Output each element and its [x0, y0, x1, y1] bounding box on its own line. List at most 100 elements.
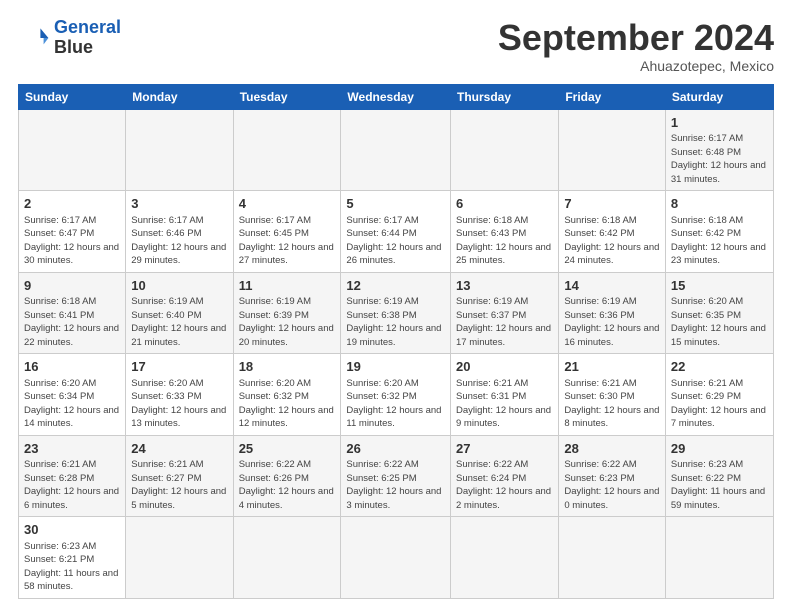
day-info: Sunrise: 6:18 AMSunset: 6:42 PMDaylight:…	[564, 215, 659, 267]
table-cell	[341, 109, 451, 191]
col-wednesday: Wednesday	[341, 84, 451, 109]
table-cell: 9Sunrise: 6:18 AMSunset: 6:41 PMDaylight…	[19, 272, 126, 354]
table-cell	[665, 517, 773, 599]
table-cell: 23Sunrise: 6:21 AMSunset: 6:28 PMDayligh…	[19, 435, 126, 517]
table-row: 2Sunrise: 6:17 AMSunset: 6:47 PMDaylight…	[19, 191, 774, 273]
table-cell: 11Sunrise: 6:19 AMSunset: 6:39 PMDayligh…	[233, 272, 341, 354]
day-info: Sunrise: 6:19 AMSunset: 6:39 PMDaylight:…	[239, 296, 334, 348]
title-block: September 2024 Ahuazotepec, Mexico	[498, 18, 774, 74]
day-info: Sunrise: 6:18 AMSunset: 6:42 PMDaylight:…	[671, 215, 766, 267]
logo-icon	[18, 22, 50, 54]
table-cell: 30Sunrise: 6:23 AMSunset: 6:21 PMDayligh…	[19, 517, 126, 599]
day-number: 6	[456, 195, 553, 213]
table-cell: 5Sunrise: 6:17 AMSunset: 6:44 PMDaylight…	[341, 191, 451, 273]
day-number: 11	[239, 277, 336, 295]
table-cell: 22Sunrise: 6:21 AMSunset: 6:29 PMDayligh…	[665, 354, 773, 436]
day-info: Sunrise: 6:19 AMSunset: 6:38 PMDaylight:…	[346, 296, 441, 348]
day-number: 17	[131, 358, 227, 376]
table-cell	[559, 109, 666, 191]
day-info: Sunrise: 6:19 AMSunset: 6:37 PMDaylight:…	[456, 296, 551, 348]
table-cell: 16 Sunrise: 6:20 AMSunset: 6:34 PMDayligh…	[19, 354, 126, 436]
day-number: 12	[346, 277, 445, 295]
table-cell: 3 Sunrise: 6:17 AMSunset: 6:46 PMDaylight…	[126, 191, 233, 273]
col-tuesday: Tuesday	[233, 84, 341, 109]
table-cell	[19, 109, 126, 191]
day-info: Sunrise: 6:22 AMSunset: 6:23 PMDaylight:…	[564, 459, 659, 511]
table-row: 9Sunrise: 6:18 AMSunset: 6:41 PMDaylight…	[19, 272, 774, 354]
day-number: 2	[24, 195, 120, 213]
table-cell	[341, 517, 451, 599]
day-info: Sunrise: 6:21 AMSunset: 6:27 PMDaylight:…	[131, 459, 226, 511]
day-number: 24	[131, 440, 227, 458]
table-cell: 26Sunrise: 6:22 AMSunset: 6:25 PMDayligh…	[341, 435, 451, 517]
table-cell: 6 Sunrise: 6:18 AMSunset: 6:43 PMDaylight…	[451, 191, 559, 273]
month-title: September 2024	[498, 18, 774, 58]
table-cell	[126, 109, 233, 191]
day-number: 13	[456, 277, 553, 295]
day-number: 21	[564, 358, 660, 376]
day-number: 4	[239, 195, 336, 213]
table-row: 16 Sunrise: 6:20 AMSunset: 6:34 PMDayligh…	[19, 354, 774, 436]
day-number: 16	[24, 358, 120, 376]
day-number: 29	[671, 440, 768, 458]
day-number: 14	[564, 277, 660, 295]
table-cell: 15Sunrise: 6:20 AMSunset: 6:35 PMDayligh…	[665, 272, 773, 354]
day-info: Sunrise: 6:17 AMSunset: 6:46 PMDaylight:…	[131, 215, 226, 267]
table-cell	[451, 517, 559, 599]
day-number: 9	[24, 277, 120, 295]
day-number: 19	[346, 358, 445, 376]
col-sunday: Sunday	[19, 84, 126, 109]
col-friday: Friday	[559, 84, 666, 109]
header: General Blue September 2024 Ahuazotepec,…	[18, 18, 774, 74]
table-cell	[126, 517, 233, 599]
table-cell	[233, 109, 341, 191]
table-cell: 19 Sunrise: 6:20 AMSunset: 6:32 PMDayligh…	[341, 354, 451, 436]
day-info: Sunrise: 6:20 AMSunset: 6:34 PMDaylight:…	[24, 378, 119, 430]
table-row: 30Sunrise: 6:23 AMSunset: 6:21 PMDayligh…	[19, 517, 774, 599]
location-subtitle: Ahuazotepec, Mexico	[498, 58, 774, 74]
day-number: 25	[239, 440, 336, 458]
day-info: Sunrise: 6:19 AMSunset: 6:36 PMDaylight:…	[564, 296, 659, 348]
col-thursday: Thursday	[451, 84, 559, 109]
day-number: 3	[131, 195, 227, 213]
day-number: 10	[131, 277, 227, 295]
col-monday: Monday	[126, 84, 233, 109]
day-number: 20	[456, 358, 553, 376]
page: General Blue September 2024 Ahuazotepec,…	[0, 0, 792, 609]
day-number: 26	[346, 440, 445, 458]
table-cell	[233, 517, 341, 599]
table-cell: 20 Sunrise: 6:21 AMSunset: 6:31 PMDayligh…	[451, 354, 559, 436]
table-cell: 25Sunrise: 6:22 AMSunset: 6:26 PMDayligh…	[233, 435, 341, 517]
table-cell: 7 Sunrise: 6:18 AMSunset: 6:42 PMDaylight…	[559, 191, 666, 273]
day-info: Sunrise: 6:22 AMSunset: 6:24 PMDaylight:…	[456, 459, 551, 511]
header-row: Sunday Monday Tuesday Wednesday Thursday…	[19, 84, 774, 109]
table-cell: 24Sunrise: 6:21 AMSunset: 6:27 PMDayligh…	[126, 435, 233, 517]
table-row: 1Sunrise: 6:17 AMSunset: 6:48 PMDaylight…	[19, 109, 774, 191]
day-info: Sunrise: 6:21 AMSunset: 6:30 PMDaylight:…	[564, 378, 659, 430]
table-cell: 14Sunrise: 6:19 AMSunset: 6:36 PMDayligh…	[559, 272, 666, 354]
table-cell: 27Sunrise: 6:22 AMSunset: 6:24 PMDayligh…	[451, 435, 559, 517]
table-cell: 12Sunrise: 6:19 AMSunset: 6:38 PMDayligh…	[341, 272, 451, 354]
table-cell: 2Sunrise: 6:17 AMSunset: 6:47 PMDaylight…	[19, 191, 126, 273]
day-info: Sunrise: 6:23 AMSunset: 6:21 PMDaylight:…	[24, 541, 118, 593]
table-cell: 10Sunrise: 6:19 AMSunset: 6:40 PMDayligh…	[126, 272, 233, 354]
day-info: Sunrise: 6:18 AMSunset: 6:43 PMDaylight:…	[456, 215, 551, 267]
day-number: 27	[456, 440, 553, 458]
table-row: 23Sunrise: 6:21 AMSunset: 6:28 PMDayligh…	[19, 435, 774, 517]
table-cell: 18Sunrise: 6:20 AMSunset: 6:32 PMDayligh…	[233, 354, 341, 436]
table-cell	[559, 517, 666, 599]
table-cell: 28Sunrise: 6:22 AMSunset: 6:23 PMDayligh…	[559, 435, 666, 517]
day-info: Sunrise: 6:21 AMSunset: 6:31 PMDaylight:…	[456, 378, 551, 430]
day-number: 1	[671, 114, 768, 132]
day-info: Sunrise: 6:20 AMSunset: 6:32 PMDaylight:…	[346, 378, 441, 430]
day-info: Sunrise: 6:17 AMSunset: 6:45 PMDaylight:…	[239, 215, 334, 267]
table-cell: 21 Sunrise: 6:21 AMSunset: 6:30 PMDayligh…	[559, 354, 666, 436]
day-info: Sunrise: 6:20 AMSunset: 6:35 PMDaylight:…	[671, 296, 766, 348]
table-cell: 13Sunrise: 6:19 AMSunset: 6:37 PMDayligh…	[451, 272, 559, 354]
table-cell: 4 Sunrise: 6:17 AMSunset: 6:45 PMDaylight…	[233, 191, 341, 273]
day-info: Sunrise: 6:18 AMSunset: 6:41 PMDaylight:…	[24, 296, 119, 348]
day-info: Sunrise: 6:21 AMSunset: 6:29 PMDaylight:…	[671, 378, 766, 430]
day-info: Sunrise: 6:19 AMSunset: 6:40 PMDaylight:…	[131, 296, 226, 348]
calendar-table: Sunday Monday Tuesday Wednesday Thursday…	[18, 84, 774, 599]
day-number: 7	[564, 195, 660, 213]
